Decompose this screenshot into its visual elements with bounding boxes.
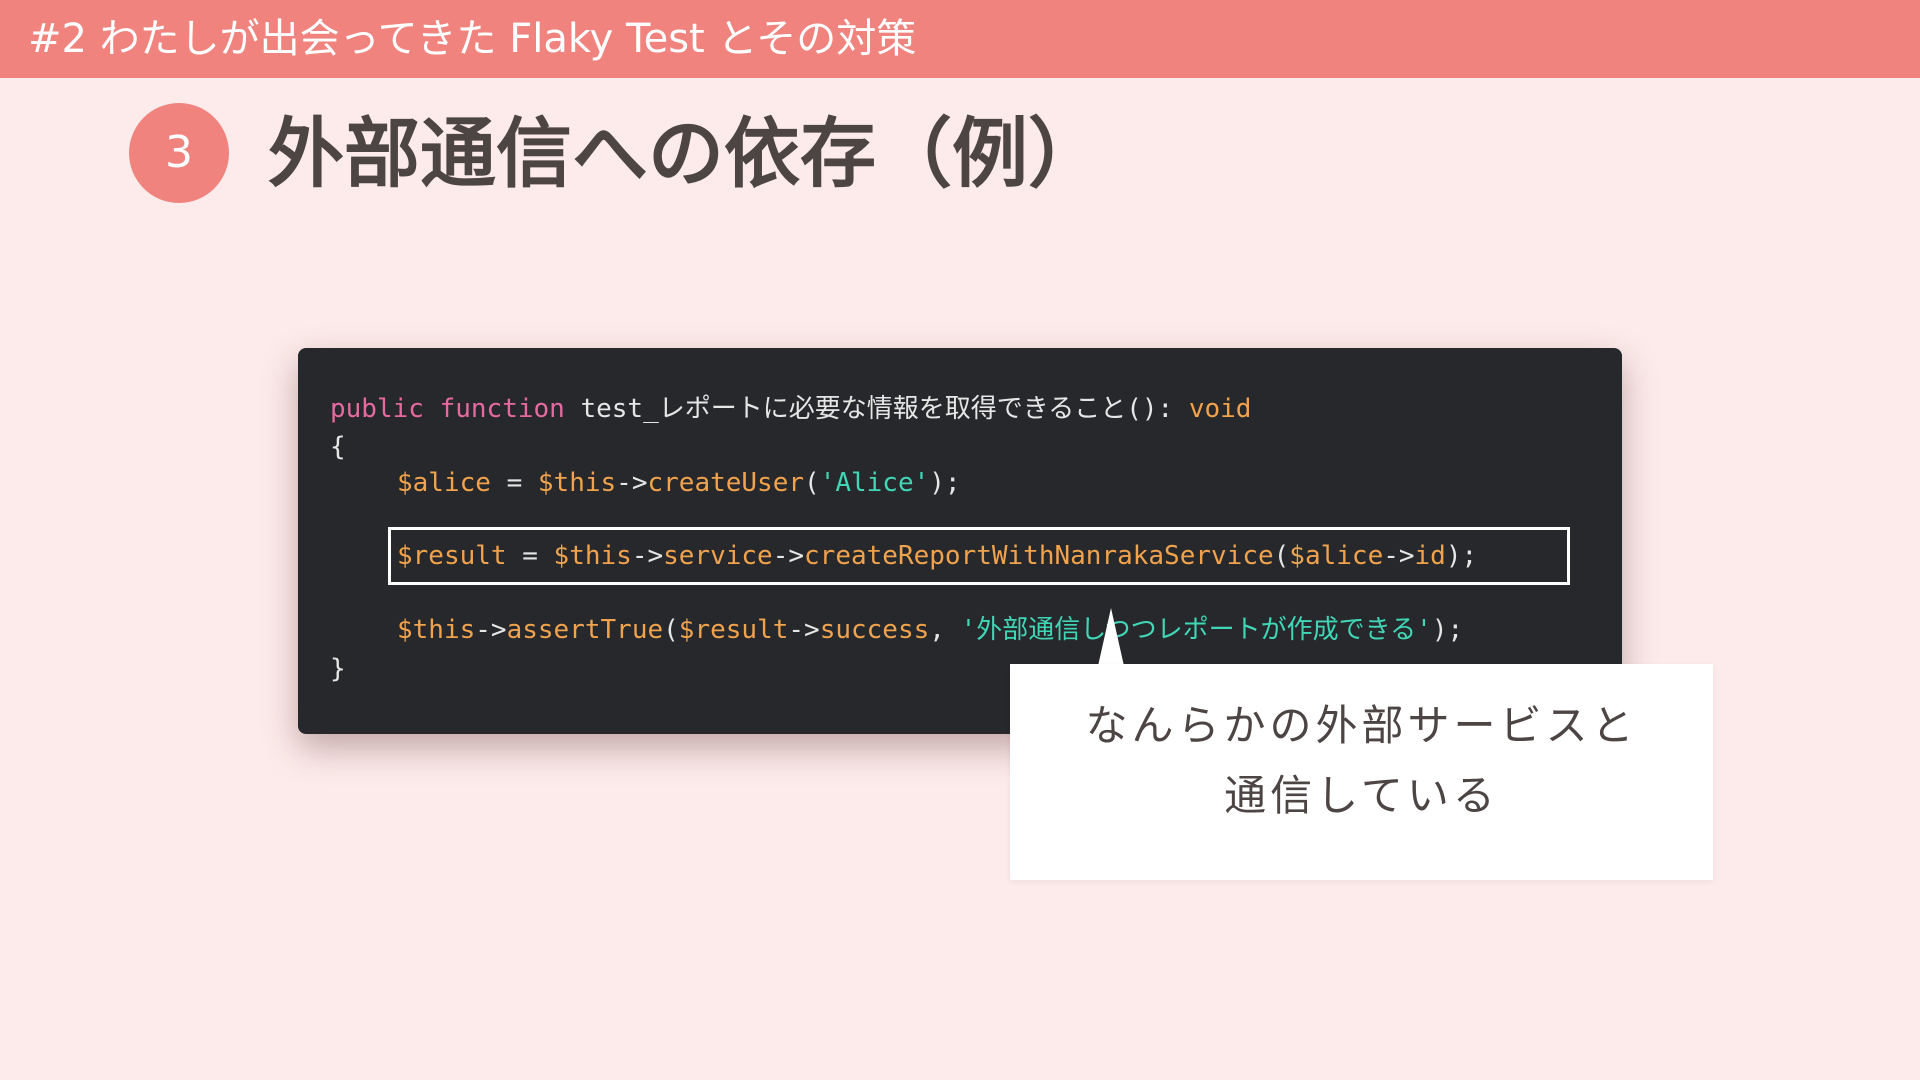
code-paren: ( bbox=[1273, 541, 1290, 571]
code-line-5: $this->assertTrue($result->success, '外部通… bbox=[397, 613, 1463, 647]
code-line-4: $result = $this->service->createReportWi… bbox=[397, 539, 1477, 573]
code-close-brace: } bbox=[330, 654, 346, 684]
callout-pointer bbox=[1098, 608, 1124, 666]
code-prop-id: id bbox=[1414, 541, 1446, 571]
code-paren: ( bbox=[804, 468, 820, 498]
code-line-2: { bbox=[330, 430, 346, 464]
code-prop-success: success bbox=[819, 615, 930, 645]
code-keyword-void: void bbox=[1188, 394, 1252, 424]
code-comma: , bbox=[929, 615, 961, 645]
code-var-alice: $alice bbox=[1289, 541, 1384, 571]
slide-title: 外部通信への依存（例） bbox=[268, 109, 1104, 198]
header-title: #2 わたしが出会ってきた Flaky Test とその対策 bbox=[28, 16, 917, 62]
code-arrow: -> bbox=[1383, 541, 1415, 571]
code-method-asserttrue: assertTrue bbox=[506, 615, 664, 645]
header-bar: #2 わたしが出会ってきた Flaky Test とその対策 bbox=[0, 0, 1920, 78]
code-string-message: '外部通信しつつレポートが作成できる' bbox=[960, 615, 1432, 645]
code-close: ); bbox=[1445, 541, 1478, 571]
code-method-createuser: createUser bbox=[647, 468, 805, 498]
code-arrow: -> bbox=[772, 541, 805, 571]
code-string-alice: 'Alice' bbox=[819, 468, 930, 498]
callout-text-line-1: なんらかの外部サービスと bbox=[1085, 701, 1638, 750]
callout-box: なんらかの外部サービスと 通信している bbox=[1010, 664, 1713, 880]
code-var-alice: $alice bbox=[397, 468, 491, 498]
code-prop-service: service bbox=[663, 541, 773, 571]
code-arrow: -> bbox=[616, 468, 648, 498]
callout-text-line-2: 通信している bbox=[1224, 771, 1499, 820]
code-var-this: $this bbox=[553, 541, 632, 571]
code-var-this: $this bbox=[537, 468, 617, 498]
code-keyword-public: public bbox=[330, 394, 424, 424]
code-open-brace: { bbox=[330, 432, 346, 462]
code-var-result: $result bbox=[397, 541, 507, 571]
code-line-1: public function test_レポートに必要な情報を取得できること(… bbox=[330, 392, 1251, 426]
code-line-3: $alice = $this->createUser('Alice'); bbox=[397, 466, 961, 500]
code-var-this: $this bbox=[397, 615, 476, 645]
code-line-6: } bbox=[330, 652, 346, 686]
code-var-result: $result bbox=[678, 615, 789, 645]
code-paren: ( bbox=[663, 615, 679, 645]
code-arrow: -> bbox=[631, 541, 664, 571]
code-function-name: test_レポートに必要な情報を取得できること(): bbox=[580, 394, 1189, 424]
code-close: ); bbox=[1431, 615, 1464, 645]
code-close: ); bbox=[929, 468, 961, 498]
code-operator: = bbox=[490, 468, 538, 498]
code-arrow: -> bbox=[475, 615, 507, 645]
code-keyword-function: function bbox=[439, 394, 565, 424]
code-arrow: -> bbox=[788, 615, 820, 645]
slide-number-badge: 3 bbox=[129, 103, 229, 203]
code-method-createreport: createReportWithNanrakaService bbox=[804, 541, 1274, 571]
code-operator: = bbox=[506, 541, 554, 571]
